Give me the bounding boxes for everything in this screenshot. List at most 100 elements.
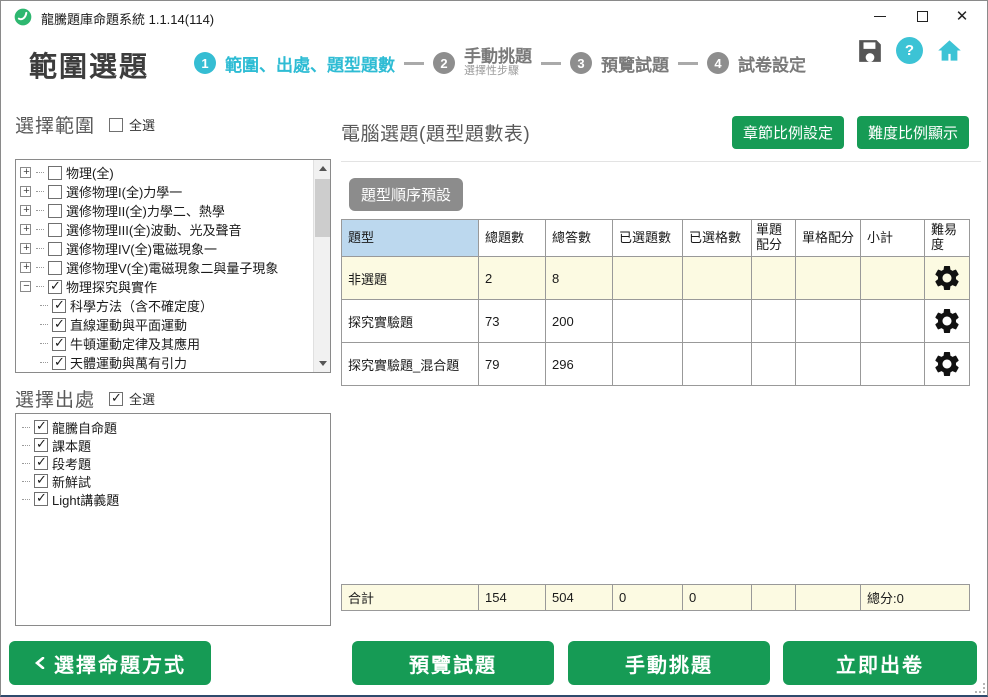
expand-icon[interactable] [20, 262, 31, 273]
tree-item[interactable]: 牛頓運動定律及其應用 [20, 334, 313, 353]
step-3-circle: 3 [570, 52, 592, 74]
help-icon[interactable]: ? [896, 37, 923, 64]
step-1-circle: 1 [194, 52, 216, 74]
tree-checkbox[interactable] [48, 185, 62, 199]
source-select-all-checkbox[interactable] [109, 392, 123, 406]
save-icon[interactable] [857, 38, 883, 64]
generate-paper-button[interactable]: 立即出卷 [783, 641, 977, 685]
step-3-label: 預覽試題 [601, 51, 669, 76]
manual-pick-button[interactable]: 手動挑題 [568, 641, 770, 685]
difficulty-gear-icon[interactable] [932, 349, 962, 379]
total-questions: 154 [479, 585, 546, 611]
expand-icon[interactable] [20, 243, 31, 254]
tree-checkbox[interactable] [52, 356, 66, 370]
tree-item[interactable]: 直線運動與平面運動 [20, 315, 313, 334]
collapse-icon[interactable] [20, 281, 31, 292]
difficulty-ratio-button[interactable]: 難度比例顯示 [857, 116, 969, 149]
difficulty-gear-icon[interactable] [932, 263, 962, 293]
source-select-all[interactable]: 全選 [109, 389, 155, 408]
range-select-all[interactable]: 全選 [109, 115, 155, 134]
tree-checkbox[interactable] [48, 280, 62, 294]
col-header-selected-questions: 已選題數 [613, 220, 683, 257]
table-row: 探究實驗題 73 200 [342, 300, 970, 343]
tree-item[interactable]: 科學方法（含不確定度） [20, 296, 313, 315]
tree-checkbox[interactable] [52, 299, 66, 313]
source-select-all-label: 全選 [129, 389, 155, 408]
tree-checkbox[interactable] [48, 166, 62, 180]
resize-grip[interactable] [975, 683, 985, 693]
list-item[interactable]: 課本題 [22, 436, 330, 454]
home-icon[interactable] [936, 37, 963, 64]
col-header-total-answers: 總答數 [546, 220, 613, 257]
titlebar: 龍騰題庫命題系統 1.1.14(114) ✕ [1, 1, 987, 33]
list-item[interactable]: 龍騰自命題 [22, 418, 330, 436]
step-4-circle: 4 [707, 52, 729, 74]
tree-item[interactable]: 物理探究與實作 [20, 277, 313, 296]
tree-item[interactable]: 選修物理II(全)力學二、熱學 [20, 201, 313, 220]
expand-icon[interactable] [20, 167, 31, 178]
table-header-row: 題型 總題數 總答數 已選題數 已選格數 單題配分 單格配分 小計 難易度 [342, 220, 970, 257]
preview-questions-button[interactable]: 預覽試題 [352, 641, 554, 685]
source-checkbox[interactable] [34, 492, 48, 506]
tree-checkbox[interactable] [48, 204, 62, 218]
expand-icon[interactable] [20, 186, 31, 197]
col-header-difficulty: 難易度 [925, 220, 970, 257]
source-checkbox[interactable] [34, 420, 48, 434]
range-tree: 物理(全) 選修物理I(全)力學一 選修物理II(全)力學二、熱學 選修物理II… [15, 159, 331, 373]
app-logo-icon [13, 7, 33, 27]
col-header-total-questions: 總題數 [479, 220, 546, 257]
scrollbar-thumb[interactable] [315, 179, 330, 237]
tree-item[interactable]: 選修物理V(全)電磁現象二與量子現象 [20, 258, 313, 277]
panel-title: 電腦選題(題型題數表) [341, 119, 719, 146]
col-header-points-per-cell: 單格配分 [796, 220, 861, 257]
tree-checkbox[interactable] [48, 261, 62, 275]
table-total-row: 合計 154 504 0 0 總分:0 [341, 584, 970, 611]
total-selected-cells: 0 [683, 585, 752, 611]
back-to-method-button[interactable]: 選擇命題方式 [9, 641, 211, 685]
tree-checkbox[interactable] [52, 337, 66, 351]
range-select-all-checkbox[interactable] [109, 118, 123, 132]
tree-checkbox[interactable] [48, 223, 62, 237]
close-button[interactable]: ✕ [945, 1, 979, 31]
difficulty-gear-icon[interactable] [932, 306, 962, 336]
minimize-button[interactable] [863, 1, 897, 31]
scroll-down-icon[interactable] [314, 355, 331, 372]
tree-item[interactable]: 物理(全) [20, 163, 313, 182]
window-title: 龍騰題庫命題系統 1.1.14(114) [41, 9, 214, 28]
total-score: 總分:0 [861, 585, 970, 611]
page-title: 範圍選題 [29, 45, 149, 85]
minimize-icon [874, 16, 886, 17]
total-label: 合計 [342, 585, 479, 611]
source-checkbox[interactable] [34, 456, 48, 470]
app-window: 龍騰題庫命題系統 1.1.14(114) ✕ 範圍選題 1 範圍、出處、題型題數… [0, 0, 988, 697]
tree-item[interactable]: 選修物理I(全)力學一 [20, 182, 313, 201]
range-select-all-label: 全選 [129, 115, 155, 134]
tree-checkbox[interactable] [48, 242, 62, 256]
step-indicator: 1 範圍、出處、題型題數 2 手動挑題 選擇性步驟 3 預覽試題 4 試卷設定 [194, 41, 806, 85]
col-header-points-per-question: 單題配分 [752, 220, 796, 257]
expand-icon[interactable] [20, 224, 31, 235]
tree-scrollbar[interactable] [313, 160, 330, 372]
chapter-ratio-button[interactable]: 章節比例設定 [732, 116, 844, 149]
close-icon: ✕ [956, 9, 969, 24]
tree-item[interactable]: 選修物理III(全)波動、光及聲音 [20, 220, 313, 239]
range-section-title: 選擇範圍 [15, 111, 95, 138]
list-item[interactable]: 段考題 [22, 454, 330, 472]
divider [341, 161, 981, 162]
scroll-up-icon[interactable] [314, 160, 331, 177]
source-checkbox[interactable] [34, 474, 48, 488]
list-item[interactable]: Light講義題 [22, 490, 330, 508]
step-2-label: 手動挑題 [464, 48, 532, 66]
source-section-title: 選擇出處 [15, 385, 95, 412]
step-dash [678, 62, 698, 65]
maximize-button[interactable] [905, 1, 939, 31]
list-item[interactable]: 新鮮試 [22, 472, 330, 490]
expand-icon[interactable] [20, 205, 31, 216]
tree-checkbox[interactable] [52, 318, 66, 332]
col-header-selected-cells: 已選格數 [683, 220, 752, 257]
question-order-badge[interactable]: 題型順序預設 [349, 178, 463, 211]
tree-item[interactable]: 天體運動與萬有引力 [20, 353, 313, 372]
source-checkbox[interactable] [34, 438, 48, 452]
maximize-icon [917, 11, 928, 22]
tree-item[interactable]: 選修物理IV(全)電磁現象一 [20, 239, 313, 258]
